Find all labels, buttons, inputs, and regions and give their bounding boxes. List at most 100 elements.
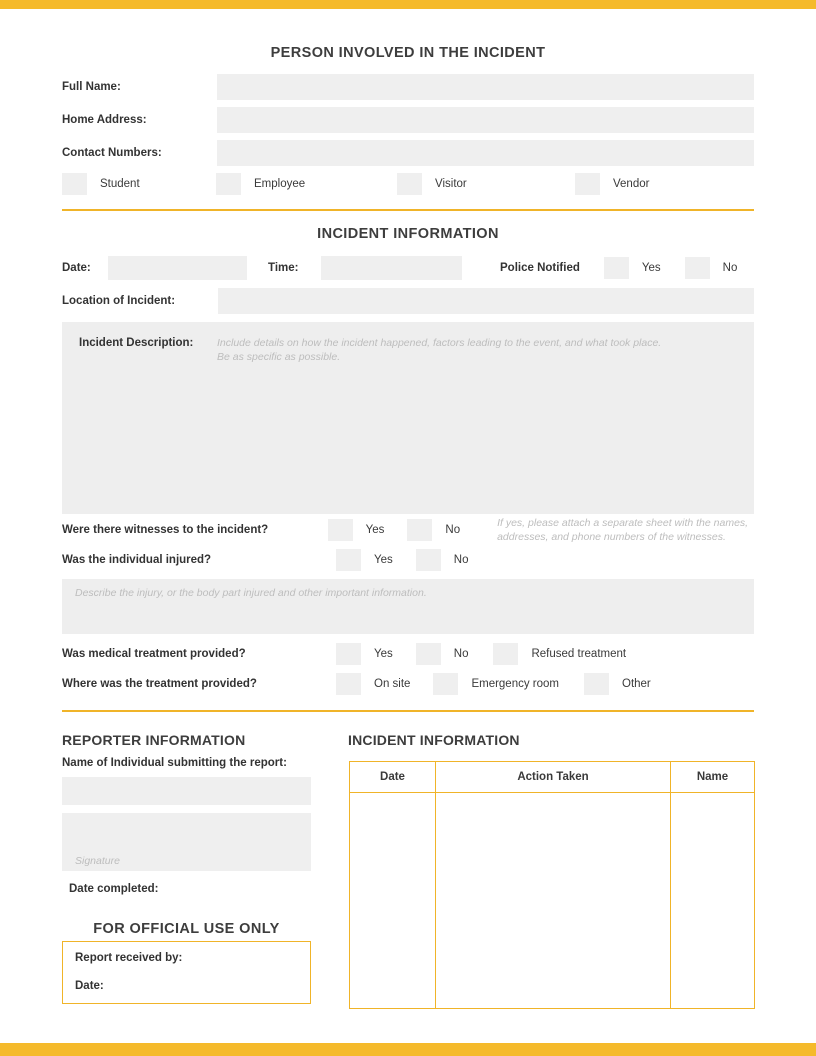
incident-description-area[interactable]: Incident Description: Include details on… <box>62 322 754 514</box>
incident-section-title: INCIDENT INFORMATION <box>62 226 754 242</box>
reporter-name-input[interactable] <box>62 777 311 805</box>
checkbox-witness-yes[interactable] <box>328 519 353 541</box>
location-row: Location of Incident: <box>62 288 754 314</box>
treatment-place-label-onsite: On site <box>374 678 410 690</box>
reporter-name-label: Name of Individual submitting the report… <box>62 757 287 769</box>
police-option-no[interactable]: No <box>685 257 738 279</box>
treatment-place-row: Where was the treatment provided? On sit… <box>62 672 754 696</box>
incident-time-label: Time: <box>268 262 321 274</box>
checkbox-witness-no[interactable] <box>407 519 432 541</box>
incident-description-hint: Include details on how the incident happ… <box>217 336 737 364</box>
witness-option-no[interactable]: No <box>407 519 460 541</box>
top-accent-bar <box>0 0 816 9</box>
reporter-section-title: REPORTER INFORMATION <box>62 732 245 748</box>
witness-option-yes[interactable]: Yes <box>328 519 385 541</box>
incident-report-form: PERSON INVOLVED IN THE INCIDENT Full Nam… <box>0 0 816 1056</box>
person-section-title: PERSON INVOLVED IN THE INCIDENT <box>62 45 754 61</box>
official-received-row: Report received by: <box>75 952 190 964</box>
home-address-input[interactable] <box>217 107 754 133</box>
classification-row: Student Employee Visitor Vendor <box>62 173 754 195</box>
location-input[interactable] <box>218 288 754 314</box>
injury-label-no: No <box>454 554 469 566</box>
injury-option-no[interactable]: No <box>416 549 469 571</box>
table-cell-date[interactable] <box>350 793 436 1009</box>
injury-description-area[interactable]: Describe the injury, or the body part in… <box>62 579 754 634</box>
checkbox-treatment-no[interactable] <box>416 643 441 665</box>
police-label-yes: Yes <box>642 262 661 274</box>
treatment-label-yes: Yes <box>374 648 393 660</box>
classification-option-vendor[interactable]: Vendor <box>575 173 754 195</box>
classification-label-visitor: Visitor <box>435 178 467 190</box>
location-label: Location of Incident: <box>62 295 218 307</box>
checkbox-police-yes[interactable] <box>604 257 629 279</box>
checkbox-injury-no[interactable] <box>416 549 441 571</box>
police-label-no: No <box>723 262 738 274</box>
injury-question-label: Was the individual injured? <box>62 554 336 566</box>
date-completed-label: Date completed: <box>69 883 158 895</box>
checkbox-treatment-place-er[interactable] <box>433 673 458 695</box>
treatment-option-no[interactable]: No <box>416 643 469 665</box>
date-completed-row: Date completed: <box>69 883 166 895</box>
full-name-row: Full Name: <box>62 74 754 100</box>
reporter-signature-input[interactable]: Signature <box>62 813 311 871</box>
table-cell-name[interactable] <box>671 793 755 1009</box>
checkbox-injury-yes[interactable] <box>336 549 361 571</box>
checkbox-police-no[interactable] <box>685 257 710 279</box>
incident-time-input[interactable] <box>321 256 462 280</box>
police-notified-label: Police Notified <box>500 262 580 274</box>
signature-hint: Signature <box>75 854 120 868</box>
incident-description-input[interactable] <box>217 374 737 504</box>
treatment-option-refused[interactable]: Refused treatment <box>493 643 626 665</box>
incident-description-hint-line1: Include details on how the incident happ… <box>217 336 737 350</box>
witness-row: Were there witnesses to the incident? Ye… <box>62 518 754 542</box>
date-time-police-row: Date: Time: Police Notified Yes No <box>62 256 754 280</box>
treatment-question-label: Was medical treatment provided? <box>62 648 336 660</box>
treatment-place-option-other[interactable]: Other <box>584 673 651 695</box>
treatment-place-label-er: Emergency room <box>471 678 559 690</box>
classification-label-employee: Employee <box>254 178 305 190</box>
official-use-box: Report received by: Date: <box>62 941 311 1004</box>
contact-numbers-input[interactable] <box>217 140 754 166</box>
incident-description-hint-line2: Be as specific as possible. <box>217 350 737 364</box>
treatment-option-yes[interactable]: Yes <box>336 643 393 665</box>
injury-description-hint: Describe the injury, or the body part in… <box>75 586 427 600</box>
classification-option-visitor[interactable]: Visitor <box>397 173 575 195</box>
classification-label-student: Student <box>100 178 140 190</box>
checkbox-employee[interactable] <box>216 173 241 195</box>
injury-option-yes[interactable]: Yes <box>336 549 393 571</box>
witness-label-no: No <box>445 524 460 536</box>
contact-numbers-row: Contact Numbers: <box>62 140 754 166</box>
incident-date-input[interactable] <box>108 256 247 280</box>
full-name-input[interactable] <box>217 74 754 100</box>
table-cell-action[interactable] <box>436 793 671 1009</box>
official-received-label: Report received by: <box>75 952 182 964</box>
checkbox-vendor[interactable] <box>575 173 600 195</box>
incident-date-label: Date: <box>62 262 108 274</box>
official-use-title: FOR OFFICIAL USE ONLY <box>62 921 311 937</box>
checkbox-visitor[interactable] <box>397 173 422 195</box>
log-section-title: INCIDENT INFORMATION <box>348 732 520 748</box>
checkbox-treatment-refused[interactable] <box>493 643 518 665</box>
action-log-table: Date Action Taken Name <box>349 761 755 1009</box>
home-address-row: Home Address: <box>62 107 754 133</box>
treatment-row: Was medical treatment provided? Yes No R… <box>62 642 754 666</box>
divider-person-incident <box>62 209 754 211</box>
checkbox-treatment-place-other[interactable] <box>584 673 609 695</box>
treatment-place-question-label: Where was the treatment provided? <box>62 678 336 690</box>
checkbox-treatment-place-onsite[interactable] <box>336 673 361 695</box>
injury-description-input[interactable] <box>75 605 735 629</box>
divider-incident-reporter <box>62 710 754 712</box>
table-header-name: Name <box>671 762 755 793</box>
checkbox-student[interactable] <box>62 173 87 195</box>
classification-option-employee[interactable]: Employee <box>216 173 397 195</box>
classification-option-student[interactable]: Student <box>62 173 216 195</box>
treatment-place-option-onsite[interactable]: On site <box>336 673 410 695</box>
official-date-row: Date: <box>75 980 112 992</box>
table-row <box>350 793 755 1009</box>
checkbox-treatment-yes[interactable] <box>336 643 361 665</box>
home-address-label: Home Address: <box>62 114 217 126</box>
police-option-yes[interactable]: Yes <box>604 257 661 279</box>
table-header-row: Date Action Taken Name <box>350 762 755 793</box>
bottom-accent-bar <box>0 1043 816 1056</box>
treatment-place-option-er[interactable]: Emergency room <box>433 673 559 695</box>
